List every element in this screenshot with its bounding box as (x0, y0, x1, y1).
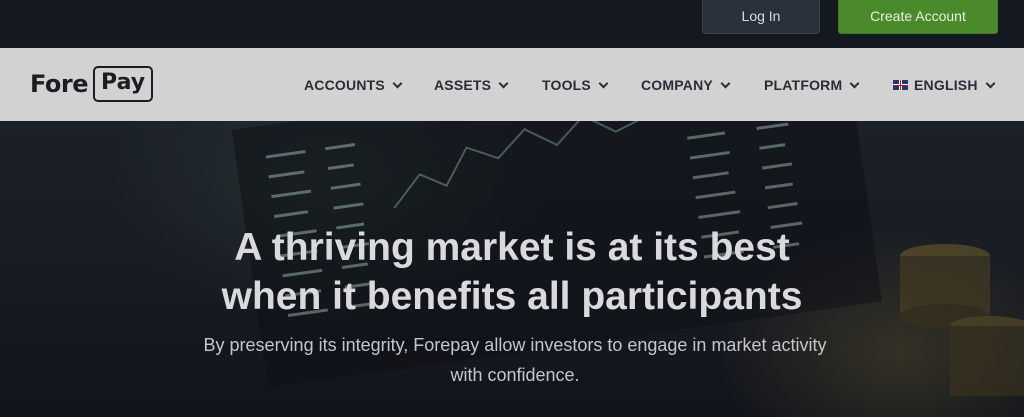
nav-item-label: PLATFORM (764, 77, 843, 93)
nav-item-accounts[interactable]: ACCOUNTS (304, 75, 403, 95)
chevron-down-icon (498, 78, 509, 88)
login-button[interactable]: Log In (702, 0, 820, 34)
top-utility-bar: Log In Create Account (0, 0, 1024, 48)
nav-item-label: COMPANY (641, 77, 713, 93)
chevron-down-icon (392, 78, 403, 88)
nav-item-label: TOOLS (542, 77, 591, 93)
chevron-down-icon (849, 78, 860, 88)
create-account-button[interactable]: Create Account (838, 0, 998, 34)
language-label: ENGLISH (914, 77, 978, 93)
chevron-down-icon (985, 78, 996, 88)
main-navbar: Fore Pay ACCOUNTS ASSETS TOOLS COMPANY P… (0, 48, 1024, 121)
hero-title-line: when it benefits all participants (221, 275, 803, 318)
hero-subtitle: By preserving its integrity, Forepay all… (180, 330, 850, 390)
hero-title-line: A thriving market is at its best (234, 226, 790, 269)
uk-flag-icon (893, 80, 908, 90)
hero-section: A thriving market is at its best when it… (0, 121, 1024, 417)
nav-menu: ACCOUNTS ASSETS TOOLS COMPANY PLATFORM E… (0, 48, 1024, 121)
hero-subtitle-line: By preserving its integrity, Forepay all… (203, 335, 827, 355)
hero-title: A thriving market is at its best when it… (0, 223, 1024, 321)
hero-subtitle-line: with confidence. (450, 365, 580, 385)
chevron-down-icon (720, 78, 731, 88)
nav-item-assets[interactable]: ASSETS (434, 75, 509, 95)
nav-item-company[interactable]: COMPANY (641, 75, 731, 95)
chevron-down-icon (598, 78, 609, 88)
nav-item-tools[interactable]: TOOLS (542, 75, 609, 95)
language-selector[interactable]: ENGLISH (893, 75, 996, 95)
nav-item-label: ASSETS (434, 77, 492, 93)
nav-item-platform[interactable]: PLATFORM (764, 75, 860, 95)
nav-item-label: ACCOUNTS (304, 77, 385, 93)
